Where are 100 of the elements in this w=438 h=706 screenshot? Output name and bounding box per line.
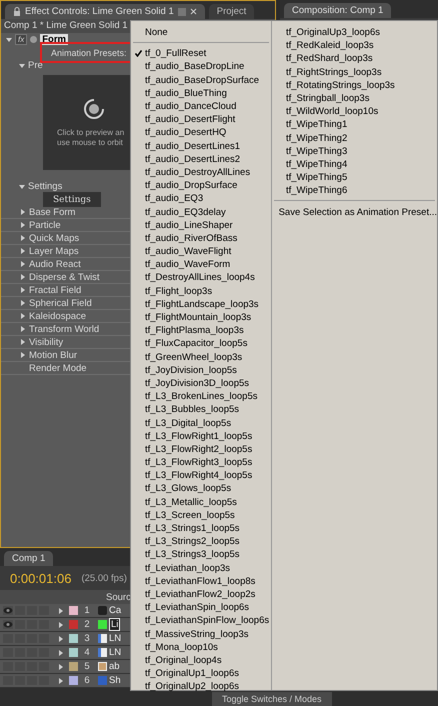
panel-tab[interactable]: Composition: Comp 1 bbox=[284, 3, 392, 18]
menu-item[interactable]: tf_FlightMountain_loop3s bbox=[131, 310, 271, 324]
menu-item[interactable]: tf_audio_DesertHQ bbox=[131, 126, 271, 140]
expand-triangle-icon[interactable] bbox=[21, 248, 25, 254]
menu-item[interactable]: tf_audio_DesertFlight bbox=[131, 113, 271, 126]
menu-item[interactable]: tf_audio_DestroyAllLines bbox=[131, 166, 271, 180]
menu-item[interactable]: tf_audio_BaseDropLine bbox=[131, 60, 271, 74]
property-group[interactable]: Render Mode bbox=[29, 362, 87, 374]
layer-name[interactable]: Ca bbox=[109, 605, 122, 616]
menu-item[interactable]: tf_audio_DesertLines1 bbox=[131, 140, 271, 153]
expand-triangle-icon[interactable] bbox=[21, 222, 25, 228]
property-group[interactable]: Visibility bbox=[29, 336, 64, 348]
expand-triangle-icon[interactable] bbox=[59, 608, 63, 614]
property-group[interactable]: Transform World bbox=[29, 324, 100, 334]
layer-name[interactable]: ab bbox=[109, 661, 120, 672]
menu-item[interactable]: tf_audio_LineShaper bbox=[131, 218, 271, 232]
menu-item[interactable]: tf_LeviathanSpinFlow_loop6s bbox=[131, 614, 271, 628]
property-group[interactable]: Spherical Field bbox=[29, 298, 92, 308]
property-group[interactable]: Base Form bbox=[29, 206, 76, 218]
menu-item[interactable]: tf_L3_Strings3_loop5s bbox=[131, 548, 271, 562]
menu-item[interactable]: tf_audio_BlueThing bbox=[131, 86, 271, 100]
menu-item[interactable]: tf_FlightPlasma_loop3s bbox=[131, 324, 271, 338]
property-group[interactable]: Particle bbox=[29, 220, 61, 230]
menu-item[interactable]: Save Selection as Animation Preset... bbox=[272, 205, 437, 219]
fx-badge[interactable]: fx bbox=[15, 34, 28, 45]
menu-item[interactable]: tf_audio_BaseDropSurface bbox=[131, 74, 271, 87]
menu-item[interactable]: tf_L3_Metallic_loop5s bbox=[131, 496, 271, 509]
layer-name[interactable]: LN bbox=[109, 633, 122, 644]
visibility-switch[interactable] bbox=[3, 606, 13, 615]
expand-triangle-icon[interactable] bbox=[19, 184, 25, 188]
menu-item[interactable]: tf_FluxCapacitor_loop5s bbox=[131, 337, 271, 350]
expand-triangle-icon[interactable] bbox=[21, 339, 25, 345]
menu-item[interactable]: tf_audio_WaveFlight bbox=[131, 245, 271, 258]
label-color-swatch[interactable] bbox=[69, 620, 78, 629]
menu-item[interactable]: tf_L3_FlowRight4_loop5s bbox=[131, 469, 271, 482]
expand-triangle-icon[interactable] bbox=[21, 261, 25, 267]
menu-item[interactable]: tf_L3_Glows_loop5s bbox=[131, 482, 271, 496]
menu-item[interactable]: tf_MassiveString_loop3s bbox=[131, 627, 271, 641]
menu-item[interactable]: tf_GreenWheel_loop3s bbox=[131, 350, 271, 364]
property-group[interactable]: Audio React bbox=[29, 258, 81, 270]
menu-item[interactable]: tf_Stringball_loop3s bbox=[272, 92, 437, 106]
menu-item[interactable]: tf_0_FullReset bbox=[131, 47, 271, 60]
column-header[interactable]: Sourc bbox=[106, 592, 131, 602]
menu-item[interactable]: tf_WipeThing1 bbox=[272, 118, 437, 132]
menu-item[interactable]: tf_JoyDivision_loop5s bbox=[131, 364, 271, 377]
menu-item[interactable]: tf_LeviathanSpin_loop6s bbox=[131, 601, 271, 614]
expand-triangle-icon[interactable] bbox=[21, 300, 25, 306]
menu-item[interactable]: tf_WildWorld_loop10s bbox=[272, 105, 437, 118]
expand-triangle-icon[interactable] bbox=[21, 326, 25, 332]
panel-tab[interactable]: Effect Controls: Lime Green Solid 1 bbox=[5, 4, 205, 19]
panel-tab[interactable]: Comp 1 bbox=[4, 551, 54, 566]
settings-button[interactable]: Settings bbox=[43, 192, 101, 207]
expand-triangle-icon[interactable] bbox=[21, 209, 25, 215]
menu-item[interactable]: tf_OriginalUp1_loop6s bbox=[131, 667, 271, 680]
menu-item[interactable]: tf_audio_EQ3delay bbox=[131, 205, 271, 219]
expand-triangle-icon[interactable] bbox=[59, 636, 63, 642]
menu-item[interactable]: tf_WipeThing3 bbox=[272, 144, 437, 158]
menu-item[interactable]: tf_L3_Strings1_loop5s bbox=[131, 522, 271, 536]
menu-item[interactable]: tf_L3_Strings2_loop5s bbox=[131, 535, 271, 548]
expand-triangle-icon[interactable] bbox=[59, 622, 63, 628]
expand-triangle-icon[interactable] bbox=[59, 650, 63, 656]
expand-triangle-icon[interactable] bbox=[59, 664, 63, 670]
menu-item[interactable]: tf_OriginalUp3_loop6s bbox=[272, 26, 437, 40]
expand-triangle-icon[interactable] bbox=[21, 235, 25, 241]
menu-item[interactable]: tf_L3_FlowRight1_loop5s bbox=[131, 430, 271, 443]
expand-triangle-icon[interactable] bbox=[19, 64, 25, 68]
property-group[interactable]: Fractal Field bbox=[29, 284, 82, 296]
toggle-switches-button[interactable]: Toggle Switches / Modes bbox=[212, 692, 332, 706]
menu-item[interactable]: tf_Flight_loop3s bbox=[131, 284, 271, 298]
expand-triangle-icon[interactable] bbox=[59, 678, 63, 684]
menu-item[interactable]: tf_L3_BrokenLines_loop5s bbox=[131, 390, 271, 404]
menu-item[interactable]: tf_WipeThing4 bbox=[272, 158, 437, 172]
menu-item[interactable]: tf_audio_RiverOfBass bbox=[131, 232, 271, 245]
menu-item[interactable]: tf_RedShard_loop3s bbox=[272, 52, 437, 66]
menu-item[interactable]: tf_FlightLandscape_loop3s bbox=[131, 298, 271, 311]
layer-name[interactable]: Sh bbox=[109, 675, 121, 686]
label-color-swatch[interactable] bbox=[69, 648, 78, 657]
label-color-swatch[interactable] bbox=[69, 606, 78, 615]
menu-item[interactable]: tf_audio_DesertLines2 bbox=[131, 152, 271, 166]
menu-item[interactable]: tf_Leviathan_loop3s bbox=[131, 562, 271, 575]
property-group[interactable]: Kaleidospace bbox=[29, 310, 86, 322]
visibility-switch[interactable] bbox=[3, 620, 13, 629]
menu-item[interactable]: tf_LeviathanFlow2_loop2s bbox=[131, 588, 271, 602]
menu-item[interactable]: tf_L3_Bubbles_loop5s bbox=[131, 403, 271, 416]
layer-name[interactable]: Li bbox=[109, 618, 120, 631]
property-group[interactable]: Motion Blur bbox=[29, 350, 78, 360]
menu-item[interactable]: tf_audio_DanceCloud bbox=[131, 100, 271, 114]
menu-item[interactable]: tf_JoyDivision3D_loop5s bbox=[131, 376, 271, 390]
property-group[interactable]: Disperse & Twist bbox=[29, 272, 100, 282]
timecode[interactable]: 0:00:01:06 bbox=[10, 570, 72, 586]
lock-icon[interactable] bbox=[13, 7, 21, 16]
menu-item[interactable]: tf_L3_FlowRight2_loop5s bbox=[131, 442, 271, 456]
menu-item[interactable]: tf_RedKaleid_loop3s bbox=[272, 39, 437, 52]
menu-item[interactable]: tf_WipeThing6 bbox=[272, 184, 437, 198]
menu-item[interactable]: tf_RightStrings_loop3s bbox=[272, 66, 437, 79]
property-group[interactable]: Layer Maps bbox=[29, 246, 79, 256]
menu-item[interactable]: tf_RotatingStrings_loop3s bbox=[272, 78, 437, 92]
layer-name[interactable]: LN bbox=[109, 647, 122, 658]
menu-item[interactable]: tf_Original_loop4s bbox=[131, 654, 271, 667]
menu-item[interactable]: tf_WipeThing2 bbox=[272, 132, 437, 145]
